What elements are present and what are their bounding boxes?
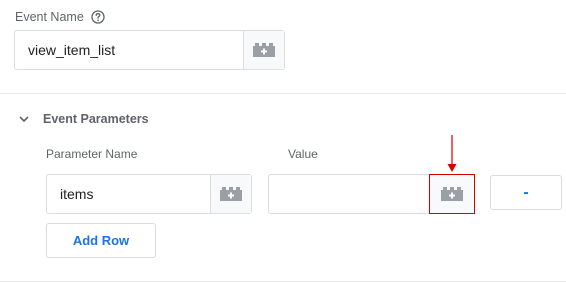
- parameter-value-variable-button[interactable]: [429, 174, 475, 214]
- lego-brick-icon: [220, 187, 242, 201]
- event-name-field: [14, 30, 285, 70]
- event-parameters-title: Event Parameters: [43, 112, 149, 126]
- section-divider-top: [0, 93, 566, 94]
- parameter-value-field: [268, 174, 475, 214]
- lego-brick-icon: [253, 43, 275, 57]
- section-divider-bottom: [0, 281, 566, 282]
- parameter-name-field: [46, 174, 252, 214]
- add-row-button[interactable]: Add Row: [46, 223, 156, 258]
- parameter-name-input[interactable]: [47, 175, 210, 213]
- event-name-label-row: Event Name: [15, 10, 105, 24]
- event-name-variable-button[interactable]: [243, 31, 284, 69]
- event-name-input[interactable]: [15, 31, 243, 69]
- annotation-arrow-icon: [447, 135, 457, 172]
- question-circle-icon[interactable]: [91, 10, 105, 24]
- value-column-label: Value: [288, 147, 318, 161]
- event-parameters-toggle[interactable]: Event Parameters: [18, 112, 149, 126]
- remove-row-button[interactable]: -: [490, 175, 562, 210]
- parameter-name-column-label: Parameter Name: [46, 147, 138, 161]
- parameter-name-variable-button[interactable]: [210, 175, 251, 213]
- event-name-label: Event Name: [15, 10, 84, 24]
- lego-brick-icon: [441, 187, 463, 201]
- chevron-down-icon: [19, 116, 29, 123]
- parameter-value-input[interactable]: [269, 175, 429, 213]
